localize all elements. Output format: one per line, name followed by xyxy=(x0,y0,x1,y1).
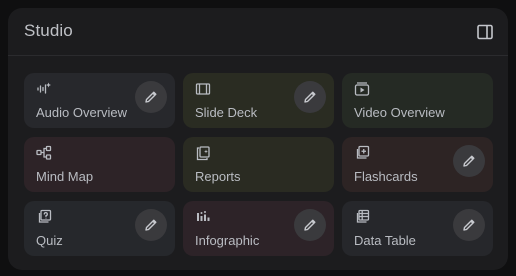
edit-pencil-icon[interactable] xyxy=(135,81,167,113)
edit-pencil-icon[interactable] xyxy=(453,209,485,241)
tile-flashcards[interactable]: Flashcards xyxy=(342,137,493,192)
tile-label: Data Table xyxy=(354,233,416,248)
tile-mind-map[interactable]: Mind Map xyxy=(24,137,175,192)
audio-waveform-sparkle-icon xyxy=(36,81,52,97)
edit-pencil-icon[interactable] xyxy=(135,209,167,241)
tile-infographic[interactable]: Infographic xyxy=(183,201,334,256)
studio-header: Studio xyxy=(8,8,508,56)
slides-icon xyxy=(195,81,211,97)
tile-label: Audio Overview xyxy=(36,105,128,120)
edit-pencil-icon[interactable] xyxy=(453,145,485,177)
edit-pencil-icon[interactable] xyxy=(294,209,326,241)
tile-reports[interactable]: Reports xyxy=(183,137,334,192)
tile-label: Reports xyxy=(195,169,241,184)
panel-right-icon[interactable] xyxy=(476,23,494,41)
mind-map-icon xyxy=(36,145,52,161)
tile-audio-overview[interactable]: Audio Overview xyxy=(24,73,175,128)
tile-label: Quiz xyxy=(36,233,63,248)
tile-label: Mind Map xyxy=(36,169,94,184)
tile-label: Video Overview xyxy=(354,105,445,120)
tile-quiz[interactable]: Quiz xyxy=(24,201,175,256)
tile-video-overview[interactable]: Video Overview xyxy=(342,73,493,128)
flashcards-icon xyxy=(354,145,370,161)
reports-icon xyxy=(195,145,211,161)
tile-slide-deck[interactable]: Slide Deck xyxy=(183,73,334,128)
quiz-icon xyxy=(36,209,52,225)
tile-label: Slide Deck xyxy=(195,105,258,120)
video-play-icon xyxy=(354,81,370,97)
tile-label: Infographic xyxy=(195,233,260,248)
tile-data-table[interactable]: Data Table xyxy=(342,201,493,256)
data-table-icon xyxy=(354,209,370,225)
edit-pencil-icon[interactable] xyxy=(294,81,326,113)
infographic-icon xyxy=(195,209,211,225)
studio-panel: Studio Audio Overview Slide Deck Video O… xyxy=(8,8,508,270)
tile-label: Flashcards xyxy=(354,169,418,184)
panel-title: Studio xyxy=(24,21,73,40)
studio-tiles: Audio Overview Slide Deck Video Overview… xyxy=(24,73,495,256)
